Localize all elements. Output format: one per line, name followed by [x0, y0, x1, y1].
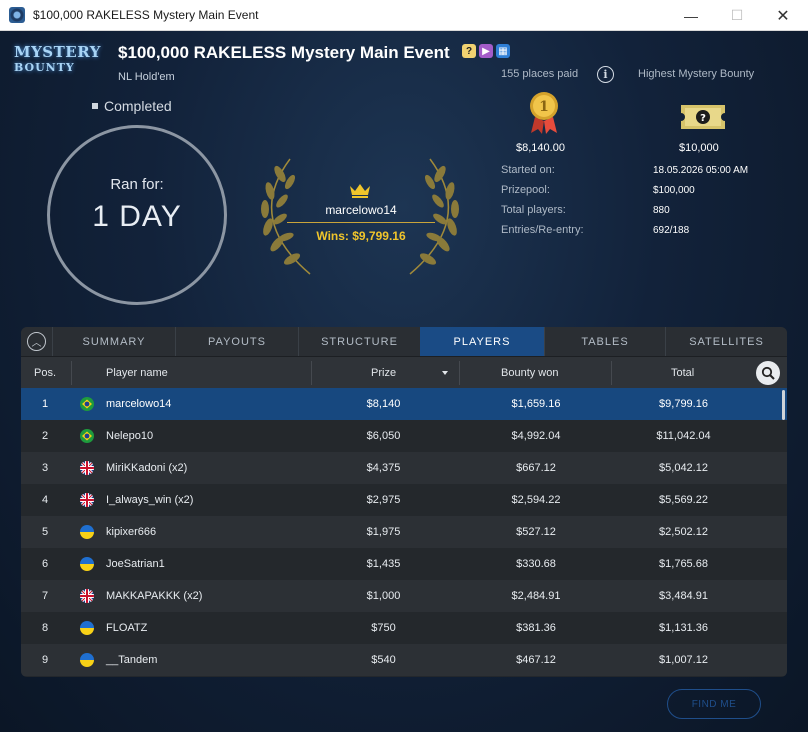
- tournament-lobby: MYSTERY BOUNTY $100,000 RAKELESS Mystery…: [0, 31, 808, 732]
- ukraine-flag-icon: [80, 557, 94, 571]
- ukraine-flag-icon: [80, 525, 94, 539]
- column-player-name[interactable]: Player name: [106, 357, 168, 389]
- table-header: Pos. Player name Prize Bounty won Total: [21, 356, 787, 388]
- ukraine-flag-icon: [80, 621, 94, 635]
- ukraine-flag-icon: [80, 653, 94, 667]
- winner-winnings: Wins: $9,799.16: [316, 229, 406, 243]
- player-name: marcelowo14: [106, 398, 172, 410]
- table-row[interactable]: 1 marcelowo14 $8,140 $1,659.16 $9,799.16: [21, 388, 787, 420]
- svg-text:?: ?: [700, 113, 706, 124]
- tab-structure[interactable]: STRUCTURE: [298, 327, 420, 356]
- first-prize-amount: $8,140.00: [516, 142, 565, 154]
- window-titlebar: $100,000 RAKELESS Mystery Main Event — ☐…: [0, 0, 808, 31]
- player-name: kipixer666: [106, 526, 157, 538]
- mystery-ticket-icon: ?: [681, 105, 725, 129]
- mystery-bounty-logo: MYSTERY BOUNTY: [14, 43, 101, 75]
- table-row[interactable]: 9 __Tandem $540 $467.12 $1,007.12: [21, 644, 787, 676]
- lobby-panel: ︿ SUMMARY PAYOUTS STRUCTURE PLAYERS TABL…: [21, 327, 787, 677]
- column-pos[interactable]: Pos.: [34, 357, 56, 389]
- brazil-flag-icon: [80, 429, 94, 443]
- tab-summary[interactable]: SUMMARY: [52, 327, 175, 356]
- event-feature-icons: ? ▶ ▦: [462, 44, 510, 58]
- column-bounty-won[interactable]: Bounty won: [501, 357, 558, 389]
- table-row[interactable]: 4 I_always_win (x2) $2,975 $2,594.22 $5,…: [21, 484, 787, 516]
- event-title: $100,000 RAKELESS Mystery Main Event: [118, 43, 450, 62]
- tab-payouts[interactable]: PAYOUTS: [175, 327, 298, 356]
- uk-flag-icon: [80, 493, 94, 507]
- table-scrollbar[interactable]: [782, 390, 785, 420]
- svg-text:1: 1: [539, 99, 549, 115]
- crown-icon: [350, 184, 370, 198]
- uk-flag-icon: [80, 461, 94, 475]
- run-duration-circle: Ran for: 1 DAY: [47, 125, 227, 305]
- uk-flag-icon: [80, 589, 94, 603]
- first-place-medal-icon: 1: [530, 92, 558, 134]
- winner-divider: [287, 222, 435, 223]
- status-text: Completed: [104, 98, 172, 114]
- status-badge: Completed: [92, 98, 172, 114]
- places-paid: 155 places paid: [501, 68, 579, 80]
- table-row[interactable]: 6 JoeSatrian1 $1,435 $330.68 $1,765.68: [21, 548, 787, 580]
- table-row[interactable]: 8 FLOATZ $750 $381.36 $1,131.36: [21, 612, 787, 644]
- player-name: Nelepo10: [106, 430, 154, 442]
- player-name: __Tandem: [106, 654, 158, 666]
- game-type: NL Hold'em: [118, 71, 175, 83]
- collapse-button[interactable]: ︿: [21, 327, 52, 356]
- calendar-icon: ▦: [496, 44, 510, 58]
- window-title: $100,000 RAKELESS Mystery Main Event: [33, 8, 259, 22]
- chevron-up-icon: ︿: [27, 332, 46, 351]
- winner-name: marcelowo14: [325, 203, 397, 217]
- table-row[interactable]: 2 Nelepo10 $6,050 $4,992.04 $11,042.04: [21, 420, 787, 452]
- column-prize[interactable]: Prize: [371, 357, 396, 389]
- player-name: MiriKKadoni (x2): [106, 462, 188, 474]
- table-row[interactable]: 7 MAKKAPAKKK (x2) $1,000 $2,484.91 $3,48…: [21, 580, 787, 612]
- player-name: I_always_win (x2): [106, 494, 194, 506]
- table-row[interactable]: 5 kipixer666 $1,975 $527.12 $2,502.12: [21, 516, 787, 548]
- sort-desc-icon[interactable]: [442, 371, 448, 375]
- knockout-icon: ?: [462, 44, 476, 58]
- run-duration-label: Ran for:: [110, 176, 164, 193]
- player-name: JoeSatrian1: [106, 558, 165, 570]
- tab-players[interactable]: PLAYERS: [420, 327, 544, 356]
- info-icon[interactable]: i: [597, 66, 614, 83]
- player-name: FLOATZ: [106, 622, 148, 634]
- highest-bounty-label: Highest Mystery Bounty: [638, 68, 755, 80]
- tab-satellites[interactable]: SATELLITES: [665, 327, 787, 356]
- minimize-button[interactable]: —: [668, 0, 714, 31]
- tab-tables[interactable]: TABLES: [544, 327, 665, 356]
- close-button[interactable]: ✕: [760, 0, 806, 31]
- search-icon: [761, 366, 775, 380]
- run-duration-value: 1 DAY: [92, 200, 182, 233]
- brazil-flag-icon: [80, 397, 94, 411]
- find-me-button[interactable]: FIND ME: [667, 689, 761, 719]
- search-button[interactable]: [756, 361, 780, 385]
- status-dot-icon: [92, 103, 98, 109]
- video-icon: ▶: [479, 44, 493, 58]
- table-row[interactable]: 3 MiriKKadoni (x2) $4,375 $667.12 $5,042…: [21, 452, 787, 484]
- maximize-button[interactable]: ☐: [714, 0, 760, 31]
- app-icon: [9, 7, 25, 23]
- player-name: MAKKAPAKKK (x2): [106, 590, 203, 602]
- tab-bar: ︿ SUMMARY PAYOUTS STRUCTURE PLAYERS TABL…: [21, 327, 787, 356]
- highest-bounty-amount: $10,000: [679, 142, 719, 154]
- column-total[interactable]: Total: [671, 357, 694, 389]
